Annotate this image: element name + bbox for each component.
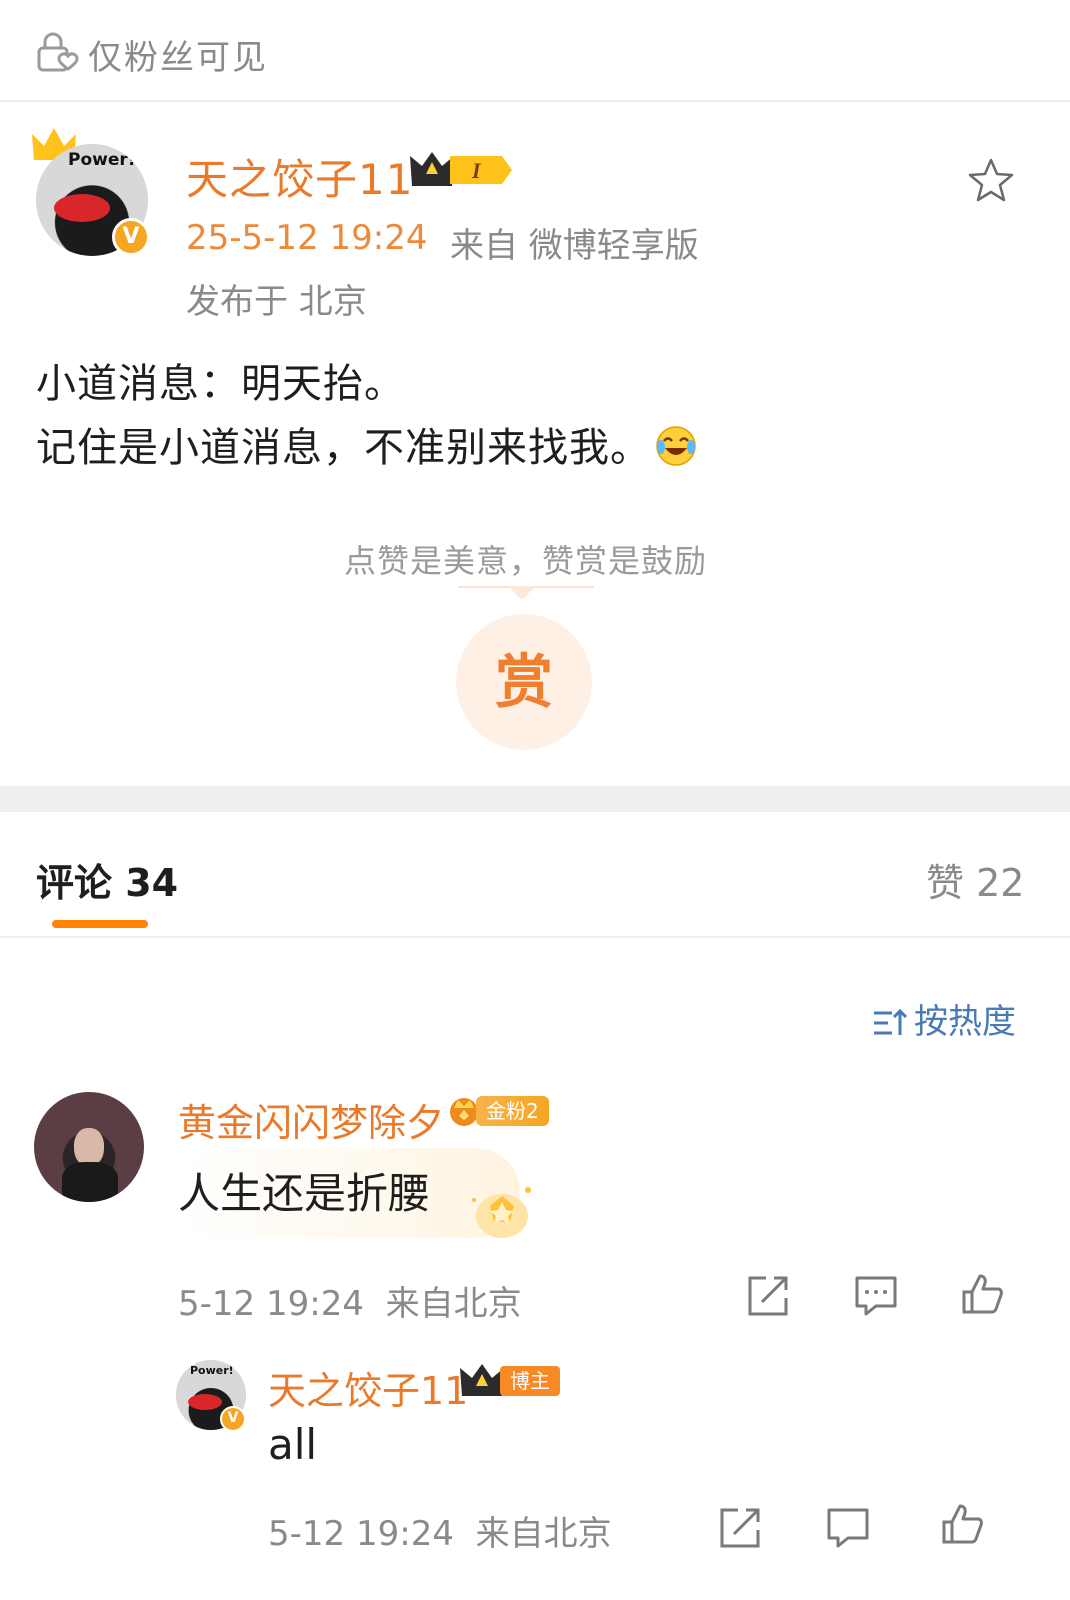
post-location: 发布于 北京 [186,282,367,322]
comment-text: 人生还是折腰 [178,1169,431,1218]
verified-badge-icon: V [220,1406,246,1432]
comment-icon[interactable] [854,1274,898,1318]
reward-slogan: 点赞是美意，赞赏是鼓励 [344,542,708,580]
commenter-avatar[interactable] [34,1092,144,1202]
like-icon[interactable] [940,1502,984,1546]
blogger-badge-label: 博主 [500,1366,560,1396]
share-icon[interactable] [746,1274,790,1318]
section-divider [0,786,1070,812]
reply-text: all [268,1420,318,1469]
sort-icon [874,1008,908,1035]
commenter-name[interactable]: 黄金闪闪梦除夕 [178,1092,444,1147]
visibility-bar: 仅粉丝可见 [0,0,1070,102]
post-source[interactable]: 来自 微博轻享版 [450,218,699,267]
post-line-2-text: 记住是小道消息，不准别来找我。 [36,425,651,471]
active-tab-indicator [52,920,148,928]
tabs-divider [0,936,1070,938]
sort-button[interactable]: 按热度 [872,994,1016,1043]
sort-label: 按热度 [914,1002,1016,1042]
reward-pointer [508,586,536,600]
favorite-star-icon[interactable] [966,156,1016,206]
like-icon[interactable] [960,1272,1004,1316]
avatar-caption: Power! [68,150,136,170]
post-time: 25-5-12 19:24 [186,218,428,258]
svg-text:I: I [471,158,482,183]
member-level-badge-icon: I [410,152,512,186]
reply-author-name[interactable]: 天之饺子11 [268,1360,468,1415]
post-text: 小道消息：明天抬。 记住是小道消息，不准别来找我。 [36,352,697,480]
comment-icon[interactable] [826,1506,870,1550]
tab-likes[interactable]: 赞 22 [926,852,1024,907]
lock-icon [37,32,79,72]
post-line-2: 记住是小道消息，不准别来找我。 [36,416,697,480]
tab-comments[interactable]: 评论 34 [36,852,178,907]
visibility-label: 仅粉丝可见 [88,38,268,78]
post-line-1: 小道消息：明天抬。 [36,361,405,407]
reply-avatar-caption: Power! [190,1364,234,1377]
fan-badge-label: 金粉2 [476,1096,549,1126]
author-name[interactable]: 天之饺子11 [186,146,413,207]
comment-meta: 5-12 19:24 来自北京 [178,1284,522,1324]
share-icon[interactable] [718,1506,762,1550]
crown-icon [460,1364,504,1396]
star-medal-icon [472,1187,531,1238]
reward-button[interactable]: 赏 [456,614,592,750]
verified-badge-icon: V [112,218,150,256]
laughing-tears-emoji-icon [656,426,696,466]
reply-meta: 5-12 19:24 来自北京 [268,1514,612,1554]
